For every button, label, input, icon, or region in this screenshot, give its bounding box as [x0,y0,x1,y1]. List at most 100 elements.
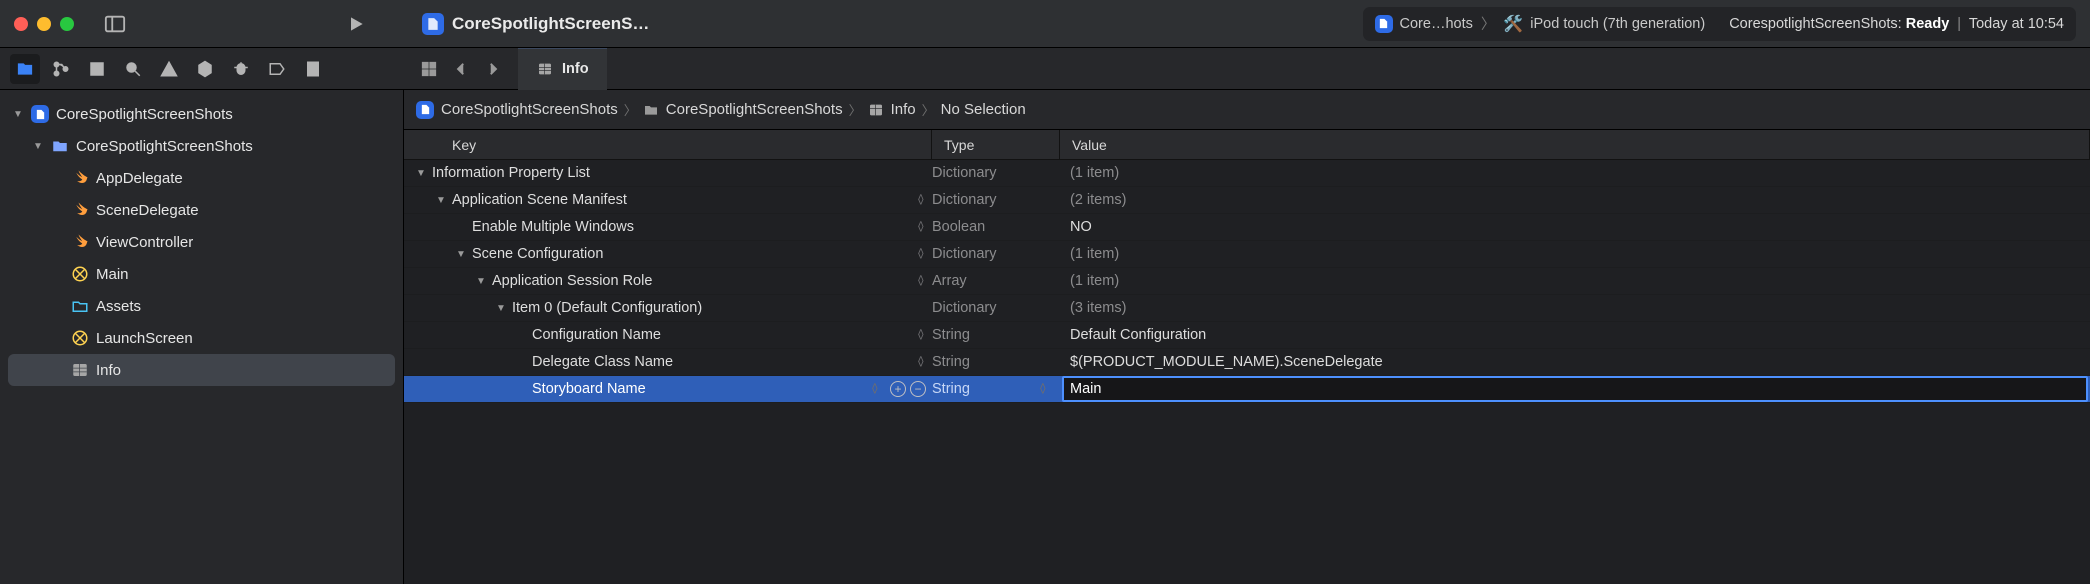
plist-row[interactable]: Application Session RoleArray(1 item) [404,268,2090,295]
project-root[interactable]: CoreSpotlightScreenShots [0,98,403,130]
scheme-device-target[interactable]: 🛠️ iPod touch (7th generation) [1503,14,1705,34]
plist-value-label[interactable]: $(PRODUCT_MODULE_NAME).SceneDelegate [1060,354,2090,370]
plist-value-label[interactable]: (2 items) [1060,192,2090,208]
key-stepper-icon[interactable] [918,275,924,288]
column-header-type[interactable]: Type [932,130,1060,159]
chevron-right-icon: 〉 [922,100,935,119]
plist-key-label: Item 0 (Default Configuration) [512,300,702,316]
plist-row[interactable]: Item 0 (Default Configuration)Dictionary… [404,295,2090,322]
crumb-file[interactable]: Info [868,101,916,118]
key-stepper-icon[interactable] [918,329,924,342]
plist-row[interactable]: Enable Multiple Windows Boolean NO [404,214,2090,241]
minimize-window-button[interactable] [37,17,51,31]
disclosure-triangle-icon[interactable] [12,109,24,120]
plist-value-label[interactable]: NO [1060,219,2090,235]
plist-key-label: Configuration Name [532,327,661,343]
plist-row[interactable]: Information Property List Dictionary (1 it… [404,160,2090,187]
plist-key-label: Delegate Class Name [532,354,673,370]
plist-row[interactable]: Configuration Name String Default Configur… [404,322,2090,349]
plist-file-icon [70,360,90,380]
plist-row[interactable]: Scene Configuration Dictionary (1 item) [404,241,2090,268]
breadcrumb[interactable]: CoreSpotlightScreenShots 〉 CoreSpotlight… [404,90,2090,130]
run-button[interactable] [342,10,370,38]
crumb-project[interactable]: CoreSpotlightScreenShots [416,101,618,119]
project-navigator[interactable]: CoreSpotlightScreenShots CoreSpotlightSc… [0,90,404,584]
add-row-button[interactable]: + [890,381,906,397]
plist-type-label: Dictionary [932,246,996,262]
column-header-value[interactable]: Value [1060,130,2090,159]
column-header-key[interactable]: Key [404,130,932,159]
plist-type-label: Boolean [932,219,985,235]
app-icon [416,101,434,119]
plist-row[interactable]: Delegate Class Name String $(PRODUCT_MODUL… [404,349,2090,376]
disclosure-triangle-icon[interactable] [32,141,44,152]
test-navigator-tab[interactable] [190,54,220,84]
scheme-app-target[interactable]: Core…hots [1375,15,1473,33]
related-items-button[interactable] [414,54,444,84]
type-stepper-icon[interactable] [1040,383,1046,396]
plist-type-label: String [932,381,970,397]
plist-value-label[interactable]: (1 item) [1060,246,2090,262]
plist-value-label[interactable]: (3 items) [1060,300,2090,316]
plist-type-label: String [932,354,970,370]
app-icon [422,13,444,35]
plist-row[interactable]: Storyboard Name+−String [404,376,2090,403]
key-stepper-icon[interactable] [918,248,924,261]
file-main-storyboard[interactable]: Main [0,258,403,290]
group-folder[interactable]: CoreSpotlightScreenShots [0,130,403,162]
tab-label: Info [562,61,589,77]
plist-row[interactable]: Application Scene ManifestDictionary(2 i… [404,187,2090,214]
zoom-window-button[interactable] [60,17,74,31]
file-launchscreen[interactable]: LaunchScreen [0,322,403,354]
disclosure-triangle-icon[interactable] [434,195,448,206]
plist-key-label: Enable Multiple Windows [472,219,634,235]
disclosure-triangle-icon[interactable] [474,276,488,287]
nav-forward-button[interactable] [478,54,508,84]
issue-navigator-tab[interactable] [154,54,184,84]
crumb-selection[interactable]: No Selection [941,101,1026,118]
chevron-right-icon: 〉 [1481,13,1496,34]
key-stepper-icon[interactable] [872,383,878,396]
disclosure-triangle-icon[interactable] [414,168,428,179]
disclosure-triangle-icon[interactable] [494,303,508,314]
project-navigator-tab[interactable] [10,54,40,84]
breakpoint-navigator-tab[interactable] [262,54,292,84]
folder-icon [50,136,70,156]
plist-value-label[interactable]: (1 item) [1060,273,2090,289]
activity-status: CorespotlightScreenShots: Ready | Today … [1729,16,2064,32]
file-appdelegate[interactable]: AppDelegate [0,162,403,194]
plist-type-label: Dictionary [932,165,996,181]
plist-key-label: Information Property List [432,165,590,181]
plist-value-input[interactable] [1062,376,2088,402]
key-stepper-icon[interactable] [918,356,924,369]
plist-value-label[interactable]: (1 item) [1060,165,2090,181]
file-viewcontroller[interactable]: ViewController [0,226,403,258]
tab-info[interactable]: Info [518,48,607,90]
swift-file-icon [70,168,90,188]
plist-table[interactable]: Information Property List Dictionary (1 it… [404,160,2090,584]
file-scenedelegate[interactable]: SceneDelegate [0,194,403,226]
source-control-navigator-tab[interactable] [46,54,76,84]
device-icon: 🛠️ [1503,14,1523,34]
crumb-group[interactable]: CoreSpotlightScreenShots [643,101,843,118]
plist-value-label[interactable]: Default Configuration [1060,327,2090,343]
file-assets[interactable]: Assets [0,290,403,322]
nav-back-button[interactable] [446,54,476,84]
plist-type-label: String [932,327,970,343]
key-stepper-icon[interactable] [918,194,924,207]
key-stepper-icon[interactable] [918,221,924,234]
app-icon [1375,15,1393,33]
remove-row-button[interactable]: − [910,381,926,397]
window-controls[interactable] [14,17,74,31]
close-window-button[interactable] [14,17,28,31]
swift-file-icon [70,232,90,252]
file-info-plist[interactable]: Info [8,354,395,386]
report-navigator-tab[interactable] [298,54,328,84]
toggle-sidebar-button[interactable] [100,9,130,39]
document-title-text: CoreSpotlightScreenS… [452,14,649,34]
disclosure-triangle-icon[interactable] [454,249,468,260]
debug-navigator-tab[interactable] [226,54,256,84]
plist-key-label: Scene Configuration [472,246,603,262]
find-navigator-tab[interactable] [118,54,148,84]
symbol-navigator-tab[interactable] [82,54,112,84]
